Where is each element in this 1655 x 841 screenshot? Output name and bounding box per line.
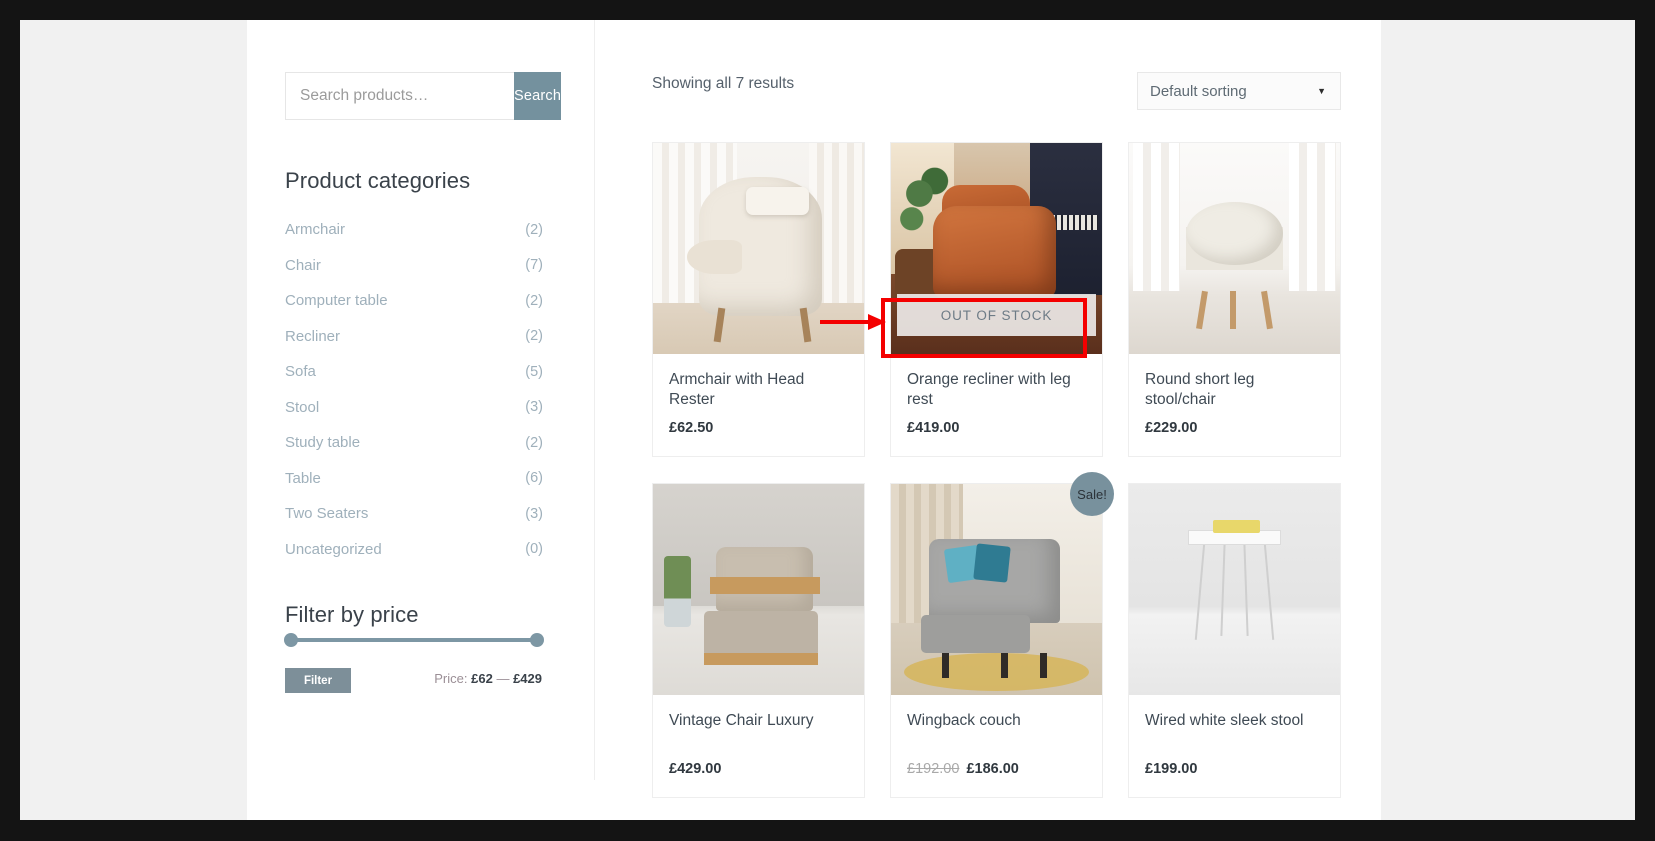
product-card[interactable]: Vintage Chair Luxury £429.00 — [652, 483, 865, 798]
product-current-price: £229.00 — [1145, 420, 1198, 436]
product-card[interactable]: Sale! Wingback couch £192.00 £186.00 — [890, 472, 1114, 798]
product-title: Wired white sleek stool — [1145, 712, 1304, 729]
category-label: Stool — [285, 398, 320, 416]
price-prefix: Price: — [434, 671, 468, 686]
wingback-couch-photo — [891, 484, 1102, 695]
category-item-chair[interactable]: Chair (7) — [285, 248, 543, 284]
product-image[interactable] — [653, 484, 864, 695]
armchair-photo — [653, 143, 864, 354]
product-old-price: £192.00 — [907, 761, 960, 777]
product-image[interactable] — [891, 484, 1102, 695]
category-item-study-table[interactable]: Study table (2) — [285, 425, 543, 461]
product-current-price: £419.00 — [907, 420, 960, 436]
product-card[interactable]: Round short leg stool/chair £229.00 — [1128, 142, 1341, 457]
product-title: Wingback couch — [907, 712, 1021, 729]
price-min-value: £62 — [471, 671, 493, 686]
category-count: (2) — [525, 292, 543, 309]
product-card[interactable]: Armchair with Head Rester £62.50 — [652, 142, 865, 457]
price-max-value: £429 — [513, 671, 542, 686]
vintage-chair-photo — [653, 484, 864, 695]
product-current-price: £199.00 — [1145, 761, 1198, 777]
product-info: Wingback couch £192.00 £186.00 — [891, 695, 1102, 797]
price-filter-button[interactable]: Filter — [285, 668, 351, 693]
product-grid: Armchair with Head Rester £62.50 OUT OF … — [652, 142, 1342, 798]
category-label: Recliner — [285, 327, 341, 345]
category-label: Sofa — [285, 363, 316, 381]
price-slider-max-handle[interactable] — [530, 633, 544, 647]
category-item-sofa[interactable]: Sofa (5) — [285, 354, 543, 390]
product-price: £62.50 — [669, 420, 848, 436]
product-info: Wired white sleek stool £199.00 — [1129, 695, 1340, 797]
price-range-label: Price: £62 — £429 — [434, 671, 542, 686]
category-count: (2) — [525, 434, 543, 451]
product-current-price: £186.00 — [966, 761, 1019, 777]
category-item-table[interactable]: Table (6) — [285, 461, 543, 497]
product-price: £419.00 — [907, 420, 1086, 436]
product-current-price: £429.00 — [669, 761, 722, 777]
category-count: (7) — [525, 257, 543, 274]
category-item-computer-table[interactable]: Computer table (2) — [285, 283, 543, 319]
category-label: Uncategorized — [285, 540, 382, 558]
category-count: (3) — [525, 505, 543, 522]
shop-page: Search Product categories Armchair (2) C… — [247, 20, 1381, 820]
result-count: Showing all 7 results — [652, 75, 795, 92]
category-item-recliner[interactable]: Recliner (2) — [285, 319, 543, 355]
price-slider-min-handle[interactable] — [284, 633, 298, 647]
product-image[interactable] — [1129, 143, 1340, 354]
price-range-slider[interactable] — [284, 633, 544, 647]
category-item-two-seaters[interactable]: Two Seaters (3) — [285, 496, 543, 532]
shop-main: Showing all 7 results Default sorting ▼ — [596, 20, 1381, 798]
category-label: Two Seaters — [285, 505, 369, 523]
product-image[interactable] — [653, 143, 864, 354]
product-search-form: Search — [285, 72, 562, 120]
filter-by-price-title: Filter by price — [285, 602, 419, 627]
browser-viewport: Search Product categories Armchair (2) C… — [20, 20, 1635, 820]
sorting-dropdown[interactable]: Default sorting ▼ — [1137, 72, 1341, 110]
category-count: (0) — [525, 541, 543, 558]
product-title: Vintage Chair Luxury — [669, 712, 814, 729]
sorting-selected-value: Default sorting — [1150, 82, 1247, 100]
product-card[interactable]: OUT OF STOCK Orange recliner with leg re… — [890, 142, 1103, 457]
category-count: (5) — [525, 363, 543, 380]
product-categories-list: Armchair (2) Chair (7) Computer table (2… — [285, 212, 543, 567]
category-label: Table — [285, 469, 321, 487]
product-info: Orange recliner with leg rest £419.00 — [891, 354, 1102, 456]
product-info: Vintage Chair Luxury £429.00 — [653, 695, 864, 797]
product-title: Round short leg stool/chair — [1145, 371, 1255, 408]
product-info: Armchair with Head Rester £62.50 — [653, 354, 864, 456]
shop-sidebar: Search Product categories Armchair (2) C… — [247, 20, 595, 780]
product-price: £199.00 — [1145, 761, 1324, 777]
product-categories-title: Product categories — [285, 168, 471, 193]
product-price: £192.00 £186.00 — [907, 761, 1086, 777]
product-info: Round short leg stool/chair £229.00 — [1129, 354, 1340, 456]
category-label: Armchair — [285, 221, 346, 239]
category-item-uncategorized[interactable]: Uncategorized (0) — [285, 532, 543, 568]
category-label: Study table — [285, 434, 361, 452]
category-count: (6) — [525, 470, 543, 487]
category-item-stool[interactable]: Stool (3) — [285, 390, 543, 426]
category-item-armchair[interactable]: Armchair (2) — [285, 212, 543, 248]
category-label: Computer table — [285, 292, 388, 310]
product-image[interactable] — [1129, 484, 1340, 695]
product-title: Armchair with Head Rester — [669, 371, 805, 408]
product-card[interactable]: Wired white sleek stool £199.00 — [1128, 483, 1341, 798]
product-image[interactable]: OUT OF STOCK — [891, 143, 1102, 354]
category-label: Chair — [285, 256, 321, 274]
search-input[interactable] — [285, 72, 514, 120]
sale-badge: Sale! — [1070, 472, 1114, 516]
price-range-separator: — — [496, 671, 510, 686]
out-of-stock-banner: OUT OF STOCK — [897, 294, 1096, 336]
product-price: £229.00 — [1145, 420, 1324, 436]
product-current-price: £62.50 — [669, 420, 714, 436]
category-count: (2) — [525, 328, 543, 345]
round-stool-photo — [1129, 143, 1340, 354]
category-count: (2) — [525, 221, 543, 238]
product-title: Orange recliner with leg rest — [907, 371, 1071, 408]
chevron-down-icon: ▼ — [1317, 86, 1326, 96]
wired-stool-photo — [1129, 484, 1340, 695]
product-price: £429.00 — [669, 761, 848, 777]
category-count: (3) — [525, 399, 543, 416]
search-button[interactable]: Search — [514, 72, 562, 120]
